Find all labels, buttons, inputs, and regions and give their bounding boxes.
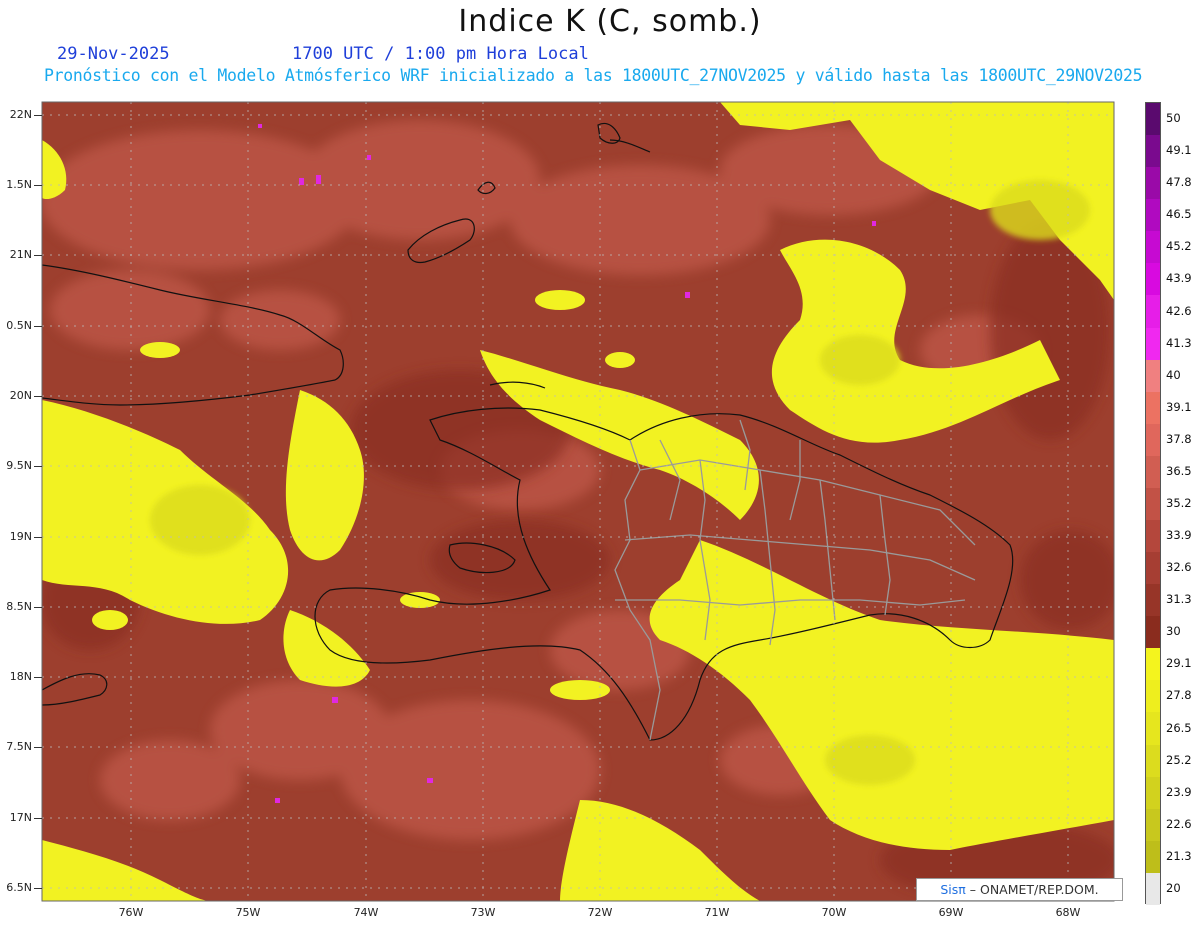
colorbar-label: 29.1 (1166, 656, 1192, 671)
colorbar-label: 33.9 (1166, 528, 1192, 543)
colorbar-segment (1146, 808, 1160, 841)
colorbar-segment (1146, 135, 1160, 168)
lon-label: 70W (821, 906, 847, 919)
colorbar-segment (1146, 584, 1160, 617)
lon-label: 71W (704, 906, 730, 919)
colorbar-label: 23.9 (1166, 784, 1192, 799)
credit-box: Sisπ – ONAMET/REP.DOM. (916, 878, 1123, 901)
lat-label: 7.5N (6, 740, 32, 753)
lat-tick (34, 747, 42, 748)
colorbar-label: 41.3 (1166, 335, 1192, 350)
colorbar-label: 50 (1166, 111, 1181, 126)
colorbar-segment (1146, 423, 1160, 456)
lat-tick (34, 677, 42, 678)
lat-tick (34, 255, 42, 256)
lon-label: 74W (353, 906, 379, 919)
lat-label: 20N (9, 389, 32, 402)
colorbar-label: 42.6 (1166, 303, 1192, 318)
colorbar-segment (1146, 487, 1160, 521)
colorbar-segment (1146, 712, 1160, 745)
colorbar-label: 31.3 (1166, 592, 1192, 607)
colorbar (1145, 102, 1161, 905)
colorbar-segment (1146, 840, 1160, 873)
lon-label: 69W (938, 906, 964, 919)
lat-label: 6.5N (6, 881, 32, 894)
colorbar-label: 22.6 (1166, 816, 1192, 831)
lat-tick (34, 115, 42, 116)
lat-tick (34, 396, 42, 397)
lat-label: 1.5N (6, 178, 32, 191)
colorbar-label: 21.3 (1166, 848, 1192, 863)
lat-label: 22N (9, 108, 32, 121)
lon-label: 76W (118, 906, 144, 919)
colorbar-segment (1146, 616, 1160, 649)
colorbar-label: 40 (1166, 367, 1181, 382)
colorbar-segment (1146, 359, 1160, 392)
lat-tick (34, 537, 42, 538)
lon-label: 68W (1055, 906, 1081, 919)
lat-label: 19N (9, 530, 32, 543)
colorbar-segment (1146, 231, 1160, 264)
lat-tick (34, 185, 42, 186)
colorbar-label: 25.2 (1166, 752, 1192, 767)
colorbar-label: 47.8 (1166, 175, 1192, 190)
colorbar-label: 30 (1166, 624, 1181, 639)
colorbar-label: 45.2 (1166, 239, 1192, 254)
lon-label: 73W (470, 906, 496, 919)
colorbar-segment (1146, 199, 1160, 232)
credit-text: – ONAMET/REP.DOM. (965, 882, 1099, 897)
lon-label: 72W (587, 906, 613, 919)
colorbar-segment (1146, 327, 1160, 360)
colorbar-segment (1146, 295, 1160, 328)
colorbar-label: 26.5 (1166, 720, 1192, 735)
lat-label: 18N (9, 670, 32, 683)
lat-tick (34, 607, 42, 608)
colorbar-label: 35.2 (1166, 496, 1192, 510)
colorbar-label: 20 (1166, 880, 1181, 895)
lat-label: 9.5N (6, 459, 32, 472)
lat-label: 17N (9, 811, 32, 824)
colorbar-label: 39.1 (1166, 399, 1192, 414)
colorbar-segment (1146, 552, 1160, 585)
lat-label: 21N (9, 248, 32, 261)
colorbar-segment (1146, 455, 1160, 488)
colorbar-label: 32.6 (1166, 560, 1192, 575)
colorbar-label: 46.5 (1166, 207, 1192, 222)
colorbar-label: 49.1 (1166, 143, 1192, 158)
lon-label: 75W (235, 906, 261, 919)
colorbar-segment (1146, 520, 1160, 553)
colorbar-label: 36.5 (1166, 463, 1192, 478)
colorbar-segment (1146, 744, 1160, 777)
colorbar-segment (1146, 648, 1160, 681)
credit-brand: Sisπ (940, 882, 966, 897)
colorbar-segment (1146, 776, 1160, 809)
colorbar-segment (1146, 167, 1160, 200)
colorbar-segment (1146, 103, 1160, 136)
colorbar-segment (1146, 872, 1160, 905)
lat-tick (34, 888, 42, 889)
lat-label: 8.5N (6, 600, 32, 613)
colorbar-label: 27.8 (1166, 688, 1192, 703)
lat-tick (34, 466, 42, 467)
colorbar-label: 43.9 (1166, 271, 1192, 286)
lat-tick (34, 326, 42, 327)
colorbar-label: 37.8 (1166, 431, 1192, 446)
k-index-map (41, 101, 1115, 902)
colorbar-segment (1146, 391, 1160, 424)
colorbar-segment (1146, 263, 1160, 296)
lat-label: 0.5N (6, 319, 32, 332)
lat-tick (34, 818, 42, 819)
colorbar-segment (1146, 680, 1160, 713)
